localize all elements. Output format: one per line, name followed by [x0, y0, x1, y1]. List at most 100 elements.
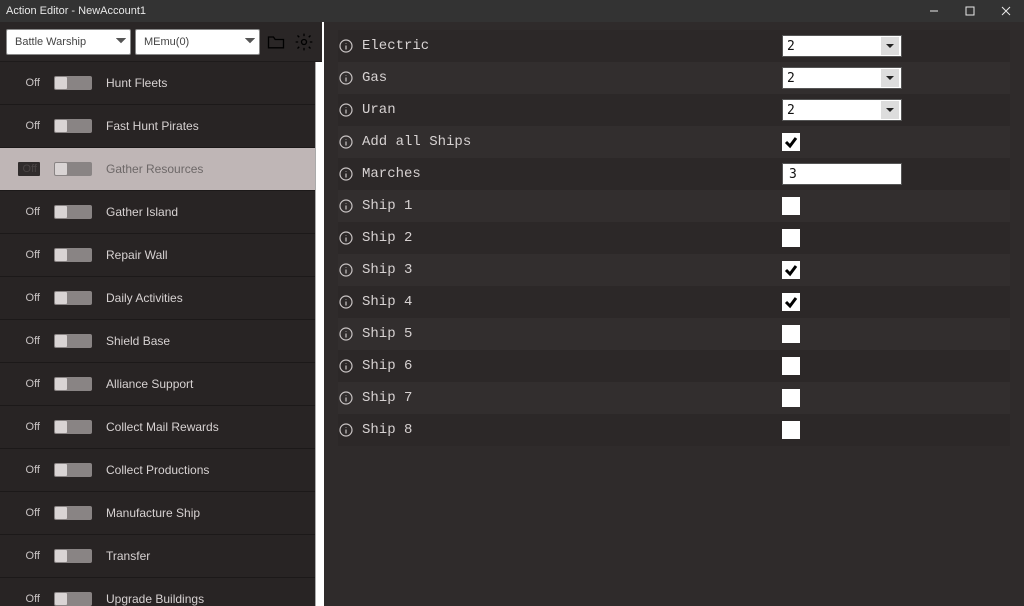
- setting-checkbox[interactable]: [782, 325, 800, 343]
- toggle-switch[interactable]: [54, 420, 92, 434]
- action-label: Transfer: [106, 549, 298, 563]
- setting-checkbox[interactable]: [782, 389, 800, 407]
- action-item[interactable]: Off Daily Activities: [0, 277, 316, 320]
- setting-input[interactable]: 3: [782, 163, 902, 185]
- toggle-switch[interactable]: [54, 463, 92, 477]
- toggle-state-label: Off: [18, 507, 40, 519]
- toggle-switch[interactable]: [54, 162, 92, 176]
- toggle-state-label: Off: [18, 206, 40, 218]
- window-buttons: [916, 0, 1024, 22]
- action-label: Shield Base: [106, 334, 298, 348]
- select-value: 2: [787, 103, 795, 118]
- emulator-select[interactable]: MEmu(0): [135, 29, 260, 55]
- action-item[interactable]: OffGather Resources: [0, 148, 316, 191]
- toggle-switch[interactable]: [54, 205, 92, 219]
- settings-button[interactable]: [292, 30, 316, 54]
- setting-checkbox[interactable]: [782, 357, 800, 375]
- action-item[interactable]: Off Hunt Fleets: [0, 62, 316, 105]
- action-label: Hunt Fleets: [106, 76, 298, 90]
- toggle-switch[interactable]: [54, 549, 92, 563]
- toggle-state-label: Off: [18, 292, 40, 304]
- info-icon[interactable]: [338, 294, 354, 310]
- setting-checkbox[interactable]: [782, 293, 800, 311]
- action-item[interactable]: OffUpgrade Buildings: [0, 578, 316, 606]
- folder-button[interactable]: [264, 30, 288, 54]
- setting-checkbox[interactable]: [782, 197, 800, 215]
- chevron-down-icon: [881, 37, 899, 55]
- action-item[interactable]: OffTransfer: [0, 535, 316, 578]
- info-icon[interactable]: [338, 70, 354, 86]
- title-bar: Action Editor - NewAccount1: [0, 0, 1024, 22]
- setting-checkbox[interactable]: [782, 261, 800, 279]
- setting-row: Ship 3: [338, 254, 1010, 286]
- info-icon[interactable]: [338, 102, 354, 118]
- toggle-switch[interactable]: [54, 506, 92, 520]
- minimize-button[interactable]: [916, 0, 952, 22]
- setting-checkbox[interactable]: [782, 421, 800, 439]
- emulator-select-value: MEmu(0): [144, 36, 189, 48]
- toggle-switch[interactable]: [54, 119, 92, 133]
- info-icon[interactable]: [338, 326, 354, 342]
- toggle-switch[interactable]: [54, 291, 92, 305]
- action-item[interactable]: OffGather Island: [0, 191, 316, 234]
- action-label: Daily Activities: [106, 291, 298, 305]
- close-button[interactable]: [988, 0, 1024, 22]
- window-title: Action Editor - NewAccount1: [6, 5, 146, 17]
- action-item[interactable]: Off Shield Base: [0, 320, 316, 363]
- info-icon[interactable]: [338, 390, 354, 406]
- toggle-state-label: Off: [18, 77, 40, 89]
- toggle-switch[interactable]: [54, 248, 92, 262]
- setting-label: Ship 3: [362, 262, 782, 278]
- setting-label: Ship 7: [362, 390, 782, 406]
- action-item[interactable]: OffRepair Wall: [0, 234, 316, 277]
- setting-select[interactable]: 2: [782, 67, 902, 89]
- action-label: Fast Hunt Pirates: [106, 119, 298, 133]
- toggle-switch[interactable]: [54, 76, 92, 90]
- game-select-value: Battle Warship: [15, 36, 86, 48]
- setting-row: Ship 5: [338, 318, 1010, 350]
- toggle-state-label: Off: [18, 335, 40, 347]
- action-item[interactable]: OffCollect Productions: [0, 449, 316, 492]
- setting-checkbox[interactable]: [782, 229, 800, 247]
- info-icon[interactable]: [338, 262, 354, 278]
- info-icon[interactable]: [338, 230, 354, 246]
- chevron-down-icon: [245, 35, 255, 48]
- toggle-switch[interactable]: [54, 592, 92, 606]
- info-icon[interactable]: [338, 134, 354, 150]
- toggle-switch[interactable]: [54, 334, 92, 348]
- toggle-state-label: Off: [18, 378, 40, 390]
- sidebar: Battle Warship MEmu(0) OffHunt FleetsOff…: [0, 22, 324, 606]
- setting-label: Add all Ships: [362, 134, 782, 150]
- maximize-button[interactable]: [952, 0, 988, 22]
- chevron-down-icon: [881, 69, 899, 87]
- info-icon[interactable]: [338, 198, 354, 214]
- sidebar-toolbar: Battle Warship MEmu(0): [0, 22, 322, 62]
- setting-checkbox[interactable]: [782, 133, 800, 151]
- setting-label: Ship 5: [362, 326, 782, 342]
- setting-select[interactable]: 2: [782, 35, 902, 57]
- toggle-switch[interactable]: [54, 377, 92, 391]
- action-item[interactable]: Off Manufacture Ship: [0, 492, 316, 535]
- setting-label: Ship 2: [362, 230, 782, 246]
- select-value: 2: [787, 39, 795, 54]
- action-item[interactable]: OffAlliance Support: [0, 363, 316, 406]
- toggle-state-label: Off: [18, 593, 40, 605]
- toggle-state-label: Off: [18, 249, 40, 261]
- info-icon[interactable]: [338, 38, 354, 54]
- setting-row: Ship 8: [338, 414, 1010, 446]
- chevron-down-icon: [116, 35, 126, 48]
- setting-row: Ship 2: [338, 222, 1010, 254]
- toggle-state-label: Off: [18, 421, 40, 433]
- action-item[interactable]: OffCollect Mail Rewards: [0, 406, 316, 449]
- info-icon[interactable]: [338, 422, 354, 438]
- info-icon[interactable]: [338, 358, 354, 374]
- input-value: 3: [789, 167, 797, 182]
- setting-row: Ship 7: [338, 382, 1010, 414]
- select-value: 2: [787, 71, 795, 86]
- action-item[interactable]: OffFast Hunt Pirates: [0, 105, 316, 148]
- info-icon[interactable]: [338, 166, 354, 182]
- setting-select[interactable]: 2: [782, 99, 902, 121]
- action-label: Manufacture Ship: [106, 506, 298, 520]
- setting-row: Ship 1: [338, 190, 1010, 222]
- game-select[interactable]: Battle Warship: [6, 29, 131, 55]
